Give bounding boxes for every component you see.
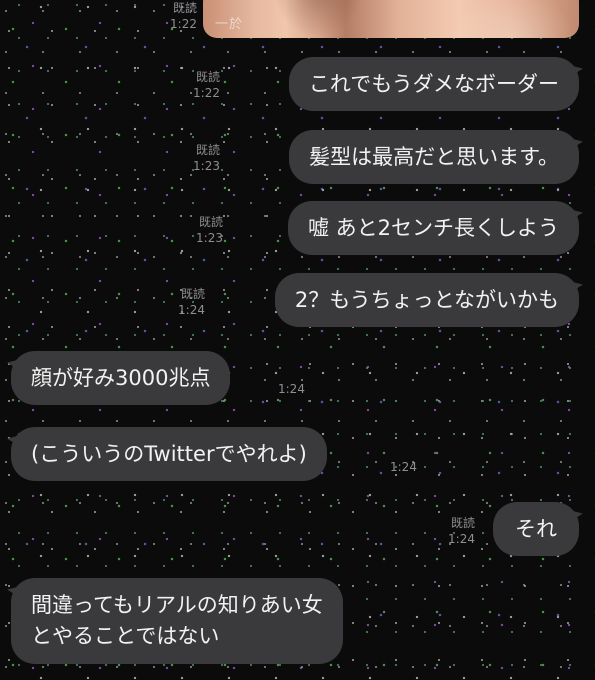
incoming-message-bubble[interactable]: (こういうのTwitterでやれよ) <box>11 427 327 481</box>
timestamp: 1:23 <box>196 231 223 245</box>
timestamp: 1:24 <box>278 382 305 396</box>
timestamp: 1:24 <box>448 532 475 546</box>
outgoing-message-bubble[interactable]: それ <box>493 502 579 556</box>
timestamp: 1:23 <box>193 159 220 173</box>
incoming-message-bubble[interactable]: 顔が好み3000兆点 <box>11 351 231 405</box>
incoming-message-bubble[interactable]: 間違ってもリアルの知りあい女 とやることではない <box>11 578 343 664</box>
read-receipt: 既読 <box>198 215 223 229</box>
photo-message[interactable]: 一於 <box>203 0 579 38</box>
outgoing-message-bubble[interactable]: 2？もうちょっとながいかも <box>274 273 579 327</box>
timestamp: 1:22 <box>193 86 220 100</box>
message-meta: 既読 1:24 <box>178 286 205 318</box>
message-meta: 既読 1:24 <box>448 515 475 547</box>
message-meta: 既読 1:23 <box>196 214 223 246</box>
read-receipt: 既読 <box>172 1 197 15</box>
outgoing-message-bubble[interactable]: 髪型は最高だと思います。 <box>289 130 579 184</box>
message-meta: 既読 1:23 <box>193 142 220 174</box>
outgoing-message-bubble[interactable]: これでもうダメなボーダー <box>288 57 579 111</box>
photo-highlight <box>453 0 573 38</box>
message-meta: 既読 1:22 <box>193 69 220 101</box>
read-receipt: 既読 <box>195 143 220 157</box>
message-meta: 1:24 <box>278 381 305 397</box>
message-meta: 1:24 <box>390 459 417 475</box>
timestamp: 1:22 <box>170 17 197 31</box>
outgoing-message-bubble[interactable]: 嘘 あと2センチ長くしよう <box>287 201 579 255</box>
photo-shadow <box>273 0 363 38</box>
timestamp: 1:24 <box>390 460 417 474</box>
read-receipt: 既読 <box>195 70 220 84</box>
read-receipt: 既読 <box>450 516 475 530</box>
timestamp: 1:24 <box>178 303 205 317</box>
message-meta: 既読 1:22 <box>170 0 197 32</box>
photo-watermark: 一於 <box>215 17 244 32</box>
read-receipt: 既読 <box>180 287 205 301</box>
